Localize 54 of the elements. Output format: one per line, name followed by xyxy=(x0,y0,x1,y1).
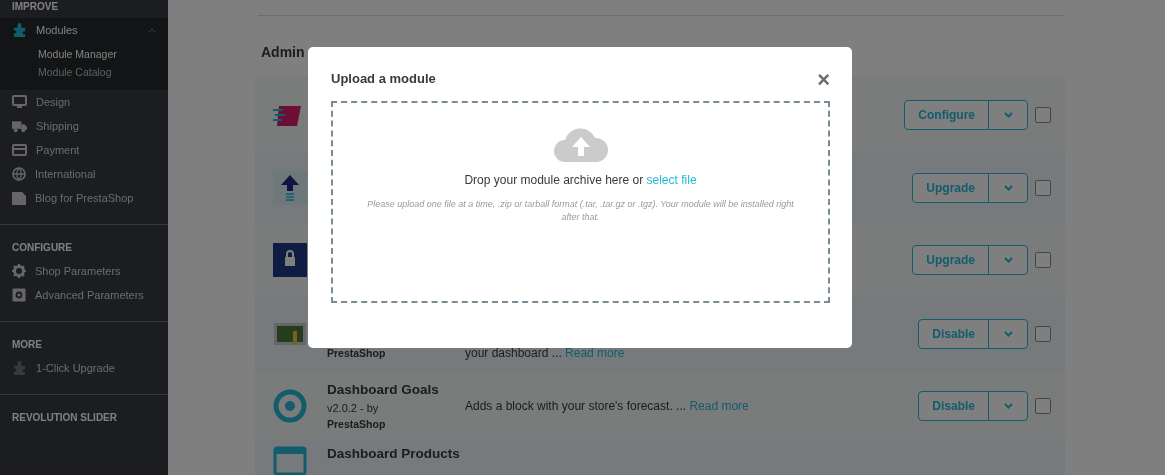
cloud-upload-icon xyxy=(552,125,609,163)
chevron-down-icon xyxy=(1003,111,1013,118)
checkbox[interactable] xyxy=(1035,180,1051,196)
modal-title: Upload a module xyxy=(331,70,436,88)
drop-zone[interactable]: Drop your module archive here or select file Please upload one file at a time, .zip or tarball format (.tar, .tar.gz or .tgz). Your module will be installed right after that. xyxy=(331,101,830,303)
module-name: Dashboard Products xyxy=(327,445,461,463)
close-button[interactable]: × xyxy=(817,69,830,91)
section-title: IMPROVE xyxy=(11,0,60,14)
arrow-up-icon xyxy=(273,171,307,205)
read-more-link[interactable]: Read more xyxy=(565,346,625,360)
monitor-icon xyxy=(12,95,27,109)
sidebar-item[interactable]: Payment xyxy=(0,138,168,162)
module-author: PrestaShop xyxy=(327,416,387,432)
sidebar-item[interactable]: International xyxy=(0,162,168,186)
submenu-item[interactable]: Module Manager xyxy=(38,46,168,64)
puzzle-icon xyxy=(12,361,27,375)
section-title: MORE xyxy=(11,337,43,352)
module-description: your dashboard ... Read more xyxy=(465,346,625,360)
checkbox[interactable] xyxy=(1035,106,1051,123)
module-name: Dashboard Goals xyxy=(327,380,440,399)
sidebar-item[interactable]: Design xyxy=(0,90,168,114)
globe-icon xyxy=(12,167,26,181)
section-title: REVOLUTION SLIDER xyxy=(11,410,118,425)
sidebar-item[interactable]: Modules xyxy=(0,18,168,42)
drop-instruction: Drop your module archive here or select file xyxy=(464,172,697,189)
target-icon xyxy=(273,389,307,423)
section-title: CONFIGURE xyxy=(11,240,73,255)
truck-icon xyxy=(12,119,27,133)
settings-icon xyxy=(12,288,26,302)
gear-icon xyxy=(12,264,26,278)
chevron-down-icon xyxy=(1003,185,1013,191)
checkbox[interactable] xyxy=(1035,252,1051,268)
chevron-down-icon xyxy=(1003,403,1013,409)
sidebar-item[interactable]: Shipping xyxy=(0,114,168,138)
module-author: PrestaShop xyxy=(327,346,387,362)
sidebar-item[interactable]: Shop Parameters xyxy=(0,259,168,283)
checkbox[interactable] xyxy=(1035,398,1051,414)
module-description: Adds a block with your store's forecast. ... Read more xyxy=(465,399,749,413)
checkbox[interactable] xyxy=(1035,326,1051,342)
upload-hint: Please upload one file at a time, .zip or tarball format (.tar, .tar.gz or .tgz). Your module will be installed right after that. xyxy=(366,198,795,224)
sidebar-item[interactable]: Advanced Parameters xyxy=(0,283,168,307)
window-icon xyxy=(273,444,307,475)
module-version: v2.0.2 - by xyxy=(327,401,380,416)
select-file-link[interactable]: select file xyxy=(646,173,697,187)
credit-card-icon xyxy=(12,144,27,156)
read-more-link[interactable]: Read more xyxy=(689,399,749,413)
sidebar-item[interactable]: Blog for PrestaShop xyxy=(0,186,168,210)
submenu-item[interactable]: Module Catalog xyxy=(38,64,168,82)
chevron-down-icon xyxy=(1003,257,1013,263)
chevron-down-icon xyxy=(1003,331,1013,337)
document-icon xyxy=(12,191,26,205)
puzzle-icon xyxy=(12,23,27,37)
sidebar-item[interactable]: 1-Click Upgrade xyxy=(0,356,168,380)
page-heading: Admin xyxy=(261,43,306,60)
